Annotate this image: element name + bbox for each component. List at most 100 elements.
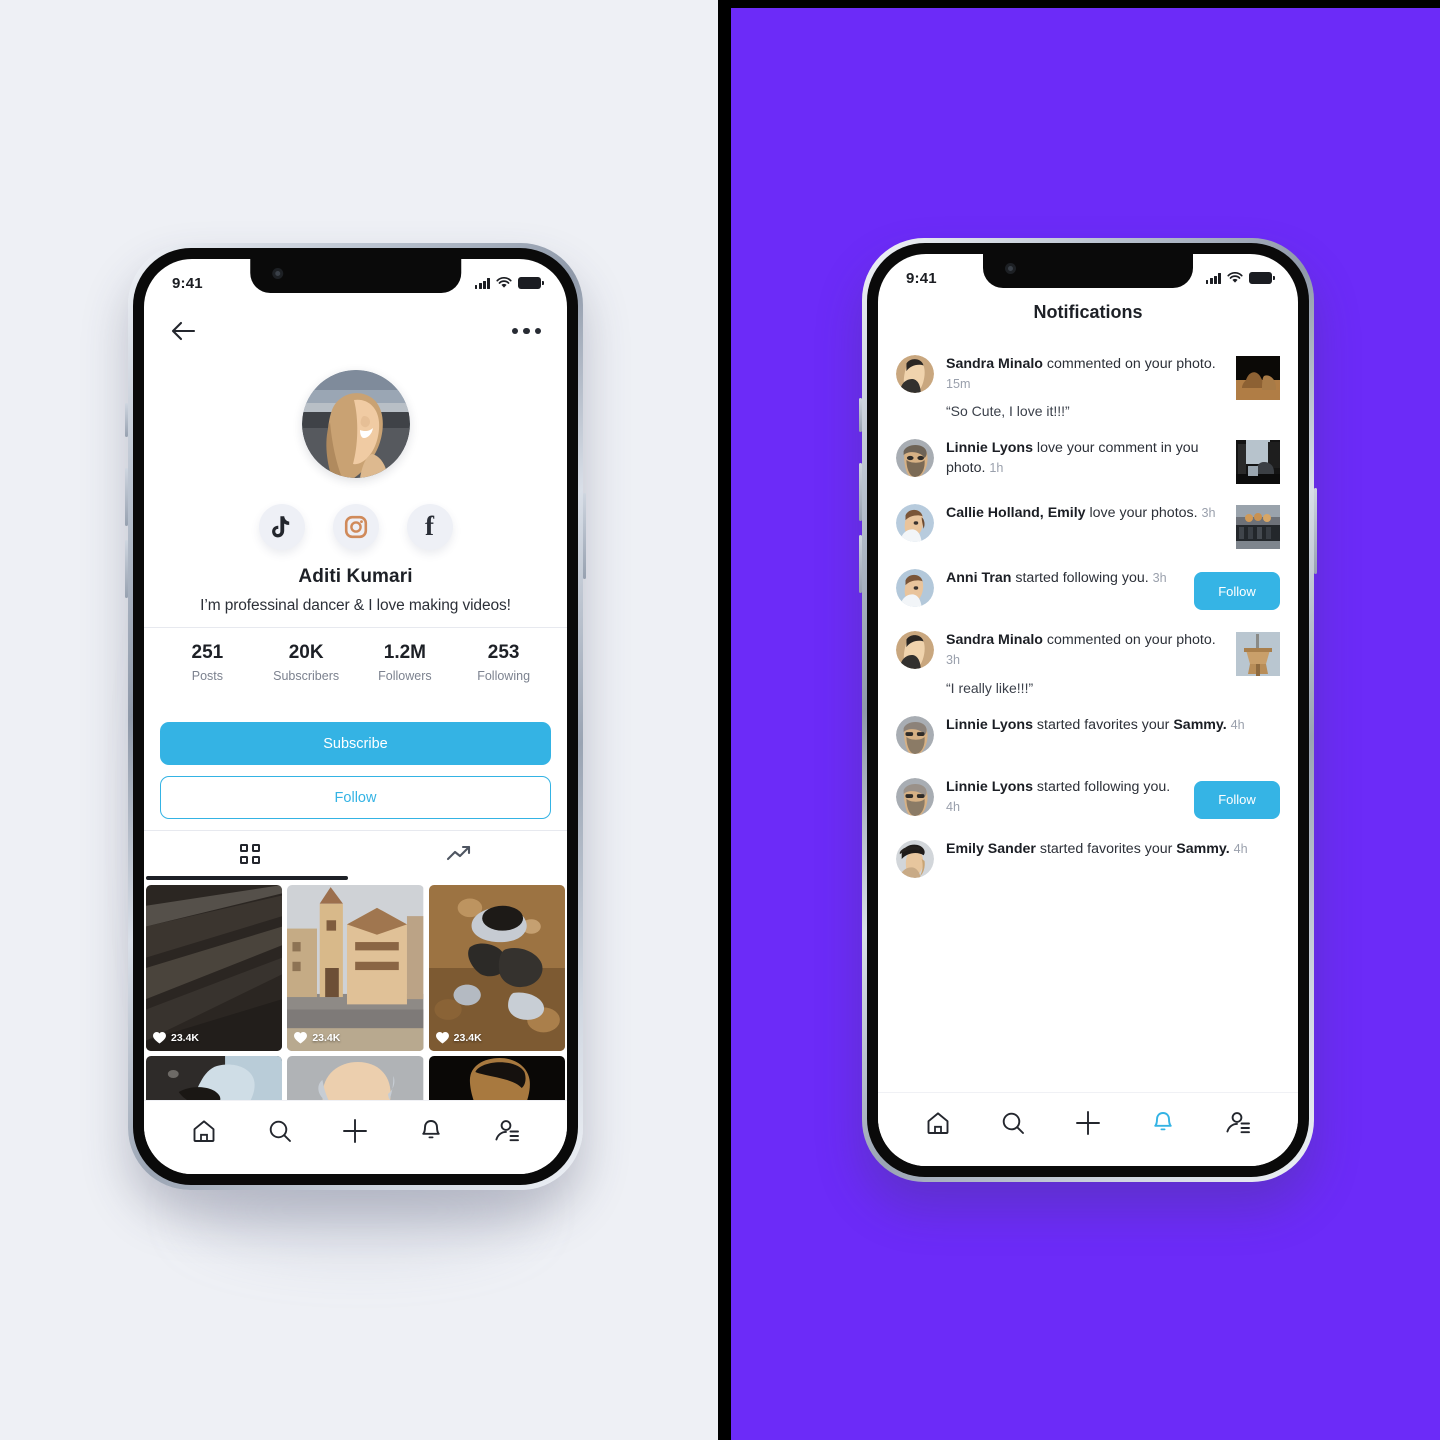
notification-action: love your photos.	[1089, 505, 1198, 522]
notification-text: Linnie Lyons started favorites your Samm…	[946, 715, 1280, 735]
search-icon	[1002, 1112, 1024, 1134]
grid-photo[interactable]: 23.4K	[287, 885, 424, 1051]
notification-item[interactable]: Linnie Lyons started following you. 4h F…	[896, 767, 1280, 829]
facebook-icon[interactable]: f	[406, 504, 453, 550]
grid-photo[interactable]: 23.4K	[146, 885, 283, 1051]
photo-grid: 23.4K 23.4K 23.4K	[146, 885, 565, 1134]
tab-search[interactable]	[991, 1103, 1035, 1143]
tab-trending[interactable]	[356, 831, 568, 877]
bottom-tab-bar	[878, 1092, 1298, 1166]
notification-thumbnail[interactable]	[1236, 356, 1280, 400]
stat-value: 251	[191, 642, 224, 663]
notification-item[interactable]: Anni Tran started following you. 3h Foll…	[896, 558, 1280, 620]
tiktok-icon[interactable]	[258, 504, 305, 550]
notification-item[interactable]: Linnie Lyons started favorites your Samm…	[896, 705, 1280, 767]
mute-switch[interactable]	[859, 398, 862, 432]
notification-item[interactable]: Callie Holland, Emily love your photos. …	[896, 493, 1280, 558]
volume-down-button[interactable]	[125, 540, 128, 598]
tab-search[interactable]	[258, 1111, 302, 1151]
notification-text: Emily Sander started favorites your Samm…	[946, 839, 1280, 859]
stat-subscribers[interactable]: 20K Subscribers	[257, 642, 356, 683]
stat-following[interactable]: 253 Following	[454, 642, 553, 683]
phone-bezel: 9:41 f Aditi Kumari I’m professinal danc…	[133, 248, 578, 1185]
page-title: Notifications	[1033, 302, 1143, 322]
notification-time: 15m	[946, 377, 971, 392]
volume-up-button[interactable]	[859, 463, 862, 521]
status-bar: 9:41	[144, 259, 567, 299]
notification-thumbnail[interactable]	[1236, 505, 1280, 550]
tab-profile[interactable]	[485, 1111, 529, 1151]
tab-home[interactable]	[182, 1111, 226, 1151]
follow-button[interactable]: Follow	[1194, 572, 1280, 611]
subscribe-button[interactable]: Subscribe	[160, 722, 551, 765]
profile-avatar[interactable]	[301, 370, 410, 478]
status-bar: 9:41	[878, 254, 1298, 294]
tab-add[interactable]	[333, 1111, 377, 1151]
avatar	[896, 504, 934, 543]
notification-action: started favorites your Sammy.	[1039, 840, 1230, 857]
notification-action: started favorites your Sammy.	[1036, 716, 1227, 733]
notification-item[interactable]: Sandra Minalo commented on your photo. 1…	[896, 344, 1280, 428]
notifications-list: Sandra Minalo commented on your photo. 1…	[878, 344, 1298, 1092]
profile-screen: 9:41 f Aditi Kumari I’m professinal danc…	[144, 259, 567, 1174]
avatar	[896, 355, 934, 393]
tab-profile[interactable]	[1216, 1103, 1260, 1143]
more-options-icon[interactable]	[511, 327, 541, 335]
instagram-icon[interactable]	[332, 504, 379, 550]
notification-user: Sandra Minalo	[946, 356, 1043, 372]
grid-photo[interactable]: 23.4K	[428, 885, 565, 1051]
social-links: f	[144, 504, 567, 550]
notification-text: Sandra Minalo commented on your photo. 3…	[946, 630, 1224, 670]
tab-grid[interactable]	[144, 831, 356, 877]
photo-likes: 23.4K	[435, 1032, 482, 1044]
tab-notifications[interactable]	[409, 1111, 453, 1151]
profile-list-icon	[495, 1119, 520, 1141]
tab-add[interactable]	[1066, 1103, 1110, 1143]
follow-button[interactable]: Follow	[160, 776, 551, 819]
notification-item[interactable]: Linnie Lyons love your comment in you ph…	[896, 428, 1280, 493]
profile-tabs	[144, 831, 567, 877]
likes-count: 23.4K	[312, 1032, 341, 1044]
volume-up-button[interactable]	[125, 468, 128, 526]
notification-body: Anni Tran started following you. 3h	[946, 567, 1182, 588]
tab-home[interactable]	[916, 1103, 960, 1143]
power-button[interactable]	[1314, 488, 1317, 574]
likes-count: 23.4K	[171, 1032, 200, 1044]
notification-user: Sandra Minalo	[946, 632, 1043, 649]
heart-icon	[435, 1032, 449, 1044]
wifi-icon	[1227, 272, 1243, 283]
grid-icon	[239, 844, 260, 864]
notification-text: Callie Holland, Emily love your photos. …	[946, 503, 1224, 523]
notification-thumbnail[interactable]	[1236, 440, 1280, 485]
notification-item[interactable]: Emily Sander started favorites your Samm…	[896, 829, 1280, 891]
phone-profile-screen: 9:41 f Aditi Kumari I’m professinal danc…	[125, 243, 586, 1190]
notification-time: 4h	[946, 799, 961, 814]
tab-notifications[interactable]	[1141, 1103, 1185, 1143]
facebook-glyph: f	[425, 510, 434, 541]
back-arrow-icon[interactable]	[170, 321, 196, 341]
stat-followers[interactable]: 1.2M Followers	[356, 642, 455, 683]
notification-time: 4h	[1233, 841, 1248, 856]
notification-user: Linnie Lyons	[946, 440, 1033, 457]
notification-user: Anni Tran	[946, 570, 1012, 587]
plus-icon	[1076, 1110, 1100, 1135]
notification-user: Callie Holland, Emily	[946, 505, 1086, 522]
power-button[interactable]	[583, 493, 586, 579]
stat-posts[interactable]: 251 Posts	[158, 642, 257, 683]
stat-value: 20K	[288, 642, 324, 663]
follow-button[interactable]: Follow	[1194, 780, 1280, 819]
notification-text: Anni Tran started following you. 3h	[946, 568, 1182, 588]
notification-thumbnail[interactable]	[1236, 632, 1280, 677]
wifi-icon	[496, 277, 512, 288]
notification-body: Sandra Minalo commented on your photo. 3…	[946, 629, 1224, 695]
page-title: Aditi Kumari	[298, 566, 413, 587]
volume-down-button[interactable]	[859, 535, 862, 593]
trending-up-icon	[447, 845, 471, 861]
mute-switch[interactable]	[125, 403, 128, 437]
search-icon	[269, 1120, 291, 1142]
screenshot-canvas: 9:41 f Aditi Kumari I’m professinal danc…	[0, 0, 1440, 1440]
profile-top-nav	[144, 303, 567, 359]
likes-count: 23.4K	[453, 1032, 482, 1044]
avatar	[896, 715, 934, 754]
notification-item[interactable]: Sandra Minalo commented on your photo. 3…	[896, 620, 1280, 704]
